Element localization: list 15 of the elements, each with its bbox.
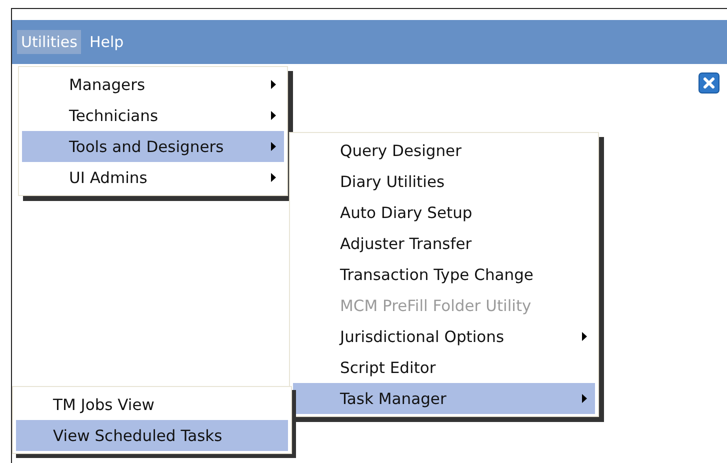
menu-item[interactable]: Adjuster Transfer [293, 228, 595, 259]
menu-item[interactable]: UI Admins [22, 162, 284, 193]
menu-item[interactable]: Tools and Designers [22, 131, 284, 162]
close-icon[interactable] [698, 72, 720, 94]
menu-item[interactable]: Script Editor [293, 352, 595, 383]
menu-item[interactable]: Jurisdictional Options [293, 321, 595, 352]
menu-item[interactable]: Diary Utilities [293, 166, 595, 197]
menu-item[interactable]: View Scheduled Tasks [16, 420, 288, 451]
menu-item[interactable]: Technicians [22, 100, 284, 131]
menu-item[interactable]: Task Manager [293, 383, 595, 414]
menu-item[interactable]: Managers [22, 69, 284, 100]
menu-item[interactable]: Auto Diary Setup [293, 197, 595, 228]
menu-item[interactable]: Transaction Type Change [293, 259, 595, 290]
menu-item[interactable]: TM Jobs View [16, 389, 288, 420]
menu-item[interactable]: Query Designer [293, 135, 595, 166]
